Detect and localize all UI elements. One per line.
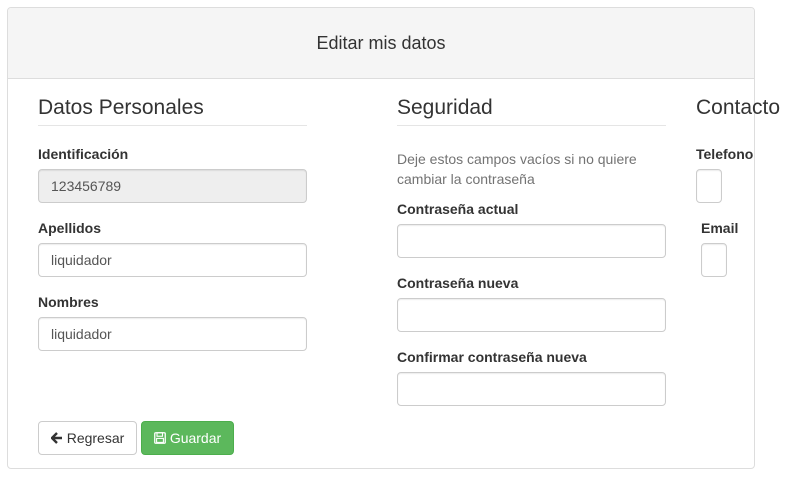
panel-heading: Editar mis datos (8, 8, 754, 79)
contrasena-nueva-label: Contraseña nueva (397, 275, 519, 291)
contrasena-actual-field[interactable] (397, 224, 666, 258)
page-title: Editar mis datos (316, 32, 446, 53)
section-title-contacto: Contacto (696, 96, 781, 119)
save-button-label: Guardar (169, 430, 222, 446)
email-label: Email (701, 220, 739, 236)
apellidos-field[interactable]: liquidador (38, 243, 307, 277)
contrasena-actual-label: Contraseña actual (397, 201, 519, 217)
section-title-seguridad: Seguridad (397, 96, 666, 126)
nombres-field[interactable]: liquidador (38, 317, 307, 351)
telefono-label: Telefono (696, 146, 754, 162)
seguridad-help-text: Deje estos campos vacíos si no quiere ca… (397, 149, 637, 189)
floppy-disk-icon (153, 432, 166, 444)
contrasena-nueva-field[interactable] (397, 298, 666, 332)
identificacion-field[interactable]: 123456789 (38, 169, 307, 203)
confirmar-contrasena-label: Confirmar contraseña nueva (397, 349, 587, 365)
identificacion-label: Identificación (38, 146, 129, 162)
section-title-datos-personales: Datos Personales (38, 96, 307, 126)
back-button[interactable]: Regresar (38, 421, 137, 455)
identificacion-value: 123456789 (51, 178, 122, 194)
back-button-label: Regresar (66, 430, 125, 446)
save-button[interactable]: Guardar (141, 421, 234, 455)
telefono-field[interactable] (696, 169, 722, 203)
apellidos-label: Apellidos (38, 220, 102, 236)
nombres-value: liquidador (51, 326, 112, 342)
email-field[interactable] (701, 243, 727, 277)
confirmar-contrasena-field[interactable] (397, 372, 666, 406)
apellidos-value: liquidador (51, 252, 112, 268)
nombres-label: Nombres (38, 294, 99, 310)
help-line-2: cambiar la contraseña (397, 171, 535, 187)
arrow-left-icon (50, 432, 63, 444)
help-line-1: Deje estos campos vacíos si no quiere (397, 151, 637, 167)
